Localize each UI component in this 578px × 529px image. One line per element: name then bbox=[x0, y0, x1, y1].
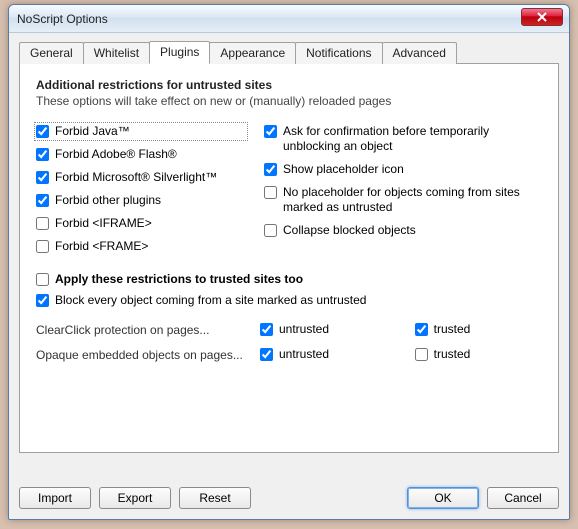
checkbox-collapse-blocked[interactable]: Collapse blocked objects bbox=[264, 223, 542, 238]
checkbox-forbid-frame[interactable]: Forbid <FRAME> bbox=[36, 239, 246, 254]
checkbox-label: Forbid Microsoft® Silverlight™ bbox=[55, 170, 217, 185]
checkbox-input[interactable] bbox=[264, 125, 277, 138]
checkbox-label: Apply these restrictions to trusted site… bbox=[55, 272, 303, 287]
checkbox-label: Forbid Adobe® Flash® bbox=[55, 147, 177, 162]
checkbox-label: Forbid <IFRAME> bbox=[55, 216, 152, 231]
checkbox-label: Forbid <FRAME> bbox=[55, 239, 148, 254]
checkbox-opaque-trusted[interactable]: trusted bbox=[415, 347, 542, 362]
tab-appearance[interactable]: Appearance bbox=[209, 42, 296, 64]
checkbox-input[interactable] bbox=[36, 294, 49, 307]
checkbox-input[interactable] bbox=[260, 323, 273, 336]
reset-button[interactable]: Reset bbox=[179, 487, 251, 509]
checkbox-no-placeholder-untrusted[interactable]: No placeholder for objects coming from s… bbox=[264, 185, 524, 215]
checkbox-input[interactable] bbox=[415, 348, 428, 361]
checkbox-label: Block every object coming from a site ma… bbox=[55, 293, 366, 308]
export-button[interactable]: Export bbox=[99, 487, 171, 509]
checkbox-forbid-flash[interactable]: Forbid Adobe® Flash® bbox=[36, 147, 246, 162]
client-area: General Whitelist Plugins Appearance Not… bbox=[9, 33, 569, 463]
checkbox-ask-confirm[interactable]: Ask for confirmation before temporarily … bbox=[264, 124, 524, 154]
opaque-label: Opaque embedded objects on pages... bbox=[36, 348, 246, 362]
checkbox-label: trusted bbox=[434, 322, 471, 337]
section-heading: Additional restrictions for untrusted si… bbox=[36, 78, 542, 92]
checkbox-input[interactable] bbox=[264, 163, 277, 176]
checkbox-label: trusted bbox=[434, 347, 471, 362]
checkbox-show-placeholder[interactable]: Show placeholder icon bbox=[264, 162, 542, 177]
checkbox-label: Forbid Java™ bbox=[55, 124, 130, 139]
checkbox-label: untrusted bbox=[279, 322, 329, 337]
checkbox-label: No placeholder for objects coming from s… bbox=[283, 185, 524, 215]
checkbox-label: Forbid other plugins bbox=[55, 193, 161, 208]
button-row: Import Export Reset OK Cancel bbox=[19, 487, 559, 509]
window-title: NoScript Options bbox=[17, 12, 108, 26]
section-subtitle: These options will take effect on new or… bbox=[36, 94, 542, 108]
checkbox-clearclick-trusted[interactable]: trusted bbox=[415, 322, 542, 337]
dialog-window: NoScript Options General Whitelist Plugi… bbox=[8, 4, 570, 520]
titlebar[interactable]: NoScript Options bbox=[9, 5, 569, 33]
checkbox-label: Collapse blocked objects bbox=[283, 223, 416, 238]
tab-advanced[interactable]: Advanced bbox=[382, 42, 457, 64]
checkbox-clearclick-untrusted[interactable]: untrusted bbox=[260, 322, 401, 337]
ok-button[interactable]: OK bbox=[407, 487, 479, 509]
checkbox-label: Show placeholder icon bbox=[283, 162, 404, 177]
checkbox-input[interactable] bbox=[36, 148, 49, 161]
checkbox-input[interactable] bbox=[260, 348, 273, 361]
checkbox-forbid-other[interactable]: Forbid other plugins bbox=[36, 193, 246, 208]
checkbox-forbid-java[interactable]: Forbid Java™ bbox=[36, 124, 246, 139]
checkbox-apply-trusted[interactable]: Apply these restrictions to trusted site… bbox=[36, 272, 542, 287]
cancel-button[interactable]: Cancel bbox=[487, 487, 559, 509]
checkbox-input[interactable] bbox=[36, 217, 49, 230]
close-button[interactable] bbox=[521, 8, 563, 26]
import-button[interactable]: Import bbox=[19, 487, 91, 509]
tab-whitelist[interactable]: Whitelist bbox=[83, 42, 150, 64]
tab-plugins[interactable]: Plugins bbox=[149, 41, 210, 64]
checkbox-input[interactable] bbox=[264, 186, 277, 199]
checkbox-opaque-untrusted[interactable]: untrusted bbox=[260, 347, 401, 362]
checkbox-input[interactable] bbox=[264, 224, 277, 237]
clearclick-label: ClearClick protection on pages... bbox=[36, 323, 246, 337]
tab-bar: General Whitelist Plugins Appearance Not… bbox=[19, 41, 559, 64]
checkbox-forbid-iframe[interactable]: Forbid <IFRAME> bbox=[36, 216, 246, 231]
checkbox-label: untrusted bbox=[279, 347, 329, 362]
checkbox-input[interactable] bbox=[36, 171, 49, 184]
checkbox-input[interactable] bbox=[36, 125, 49, 138]
checkbox-input[interactable] bbox=[415, 323, 428, 336]
close-icon bbox=[537, 12, 547, 22]
checkbox-forbid-silverlight[interactable]: Forbid Microsoft® Silverlight™ bbox=[36, 170, 246, 185]
checkbox-input[interactable] bbox=[36, 273, 49, 286]
tab-notifications[interactable]: Notifications bbox=[295, 42, 382, 64]
checkbox-block-untrusted[interactable]: Block every object coming from a site ma… bbox=[36, 293, 542, 308]
checkbox-label: Ask for confirmation before temporarily … bbox=[283, 124, 524, 154]
tab-panel-plugins: Additional restrictions for untrusted si… bbox=[19, 63, 559, 453]
tab-general[interactable]: General bbox=[19, 42, 84, 64]
checkbox-input[interactable] bbox=[36, 240, 49, 253]
checkbox-input[interactable] bbox=[36, 194, 49, 207]
